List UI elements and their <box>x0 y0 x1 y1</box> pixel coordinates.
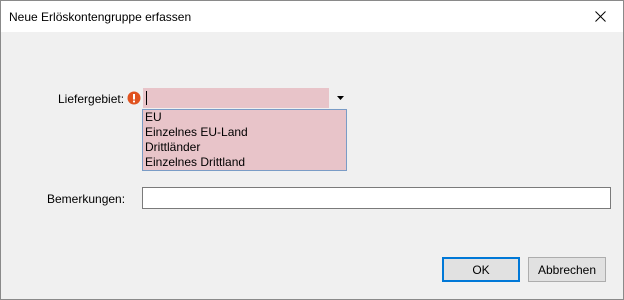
text-caret <box>146 91 147 105</box>
dialog-window: Neue Erlöskontengruppe erfassen Lieferge… <box>0 0 624 300</box>
close-button[interactable] <box>577 1 623 32</box>
bemerkungen-input[interactable] <box>142 187 611 209</box>
liefergebiet-dropdown-list: EU Einzelnes EU-Land Drittländer Einzeln… <box>142 109 347 171</box>
ok-button[interactable]: OK <box>442 257 520 282</box>
error-icon <box>127 91 141 105</box>
liefergebiet-dropdown-button[interactable] <box>331 88 349 108</box>
dropdown-option-einzelnes-drittland[interactable]: Einzelnes Drittland <box>143 155 346 170</box>
liefergebiet-input[interactable] <box>143 88 329 108</box>
dialog-title: Neue Erlöskontengruppe erfassen <box>9 10 192 24</box>
cancel-button[interactable]: Abbrechen <box>528 257 606 282</box>
dropdown-option-einzelnes-eu-land[interactable]: Einzelnes EU-Land <box>143 125 346 140</box>
liefergebiet-combobox[interactable] <box>143 88 349 108</box>
bemerkungen-label: Bemerkungen: <box>47 192 126 206</box>
title-bar: Neue Erlöskontengruppe erfassen <box>1 1 623 32</box>
dropdown-option-drittlaender[interactable]: Drittländer <box>143 140 346 155</box>
chevron-down-icon <box>336 96 344 100</box>
dropdown-option-eu[interactable]: EU <box>143 110 346 125</box>
close-icon <box>594 11 606 22</box>
liefergebiet-label: Liefergebiet: <box>58 92 125 106</box>
